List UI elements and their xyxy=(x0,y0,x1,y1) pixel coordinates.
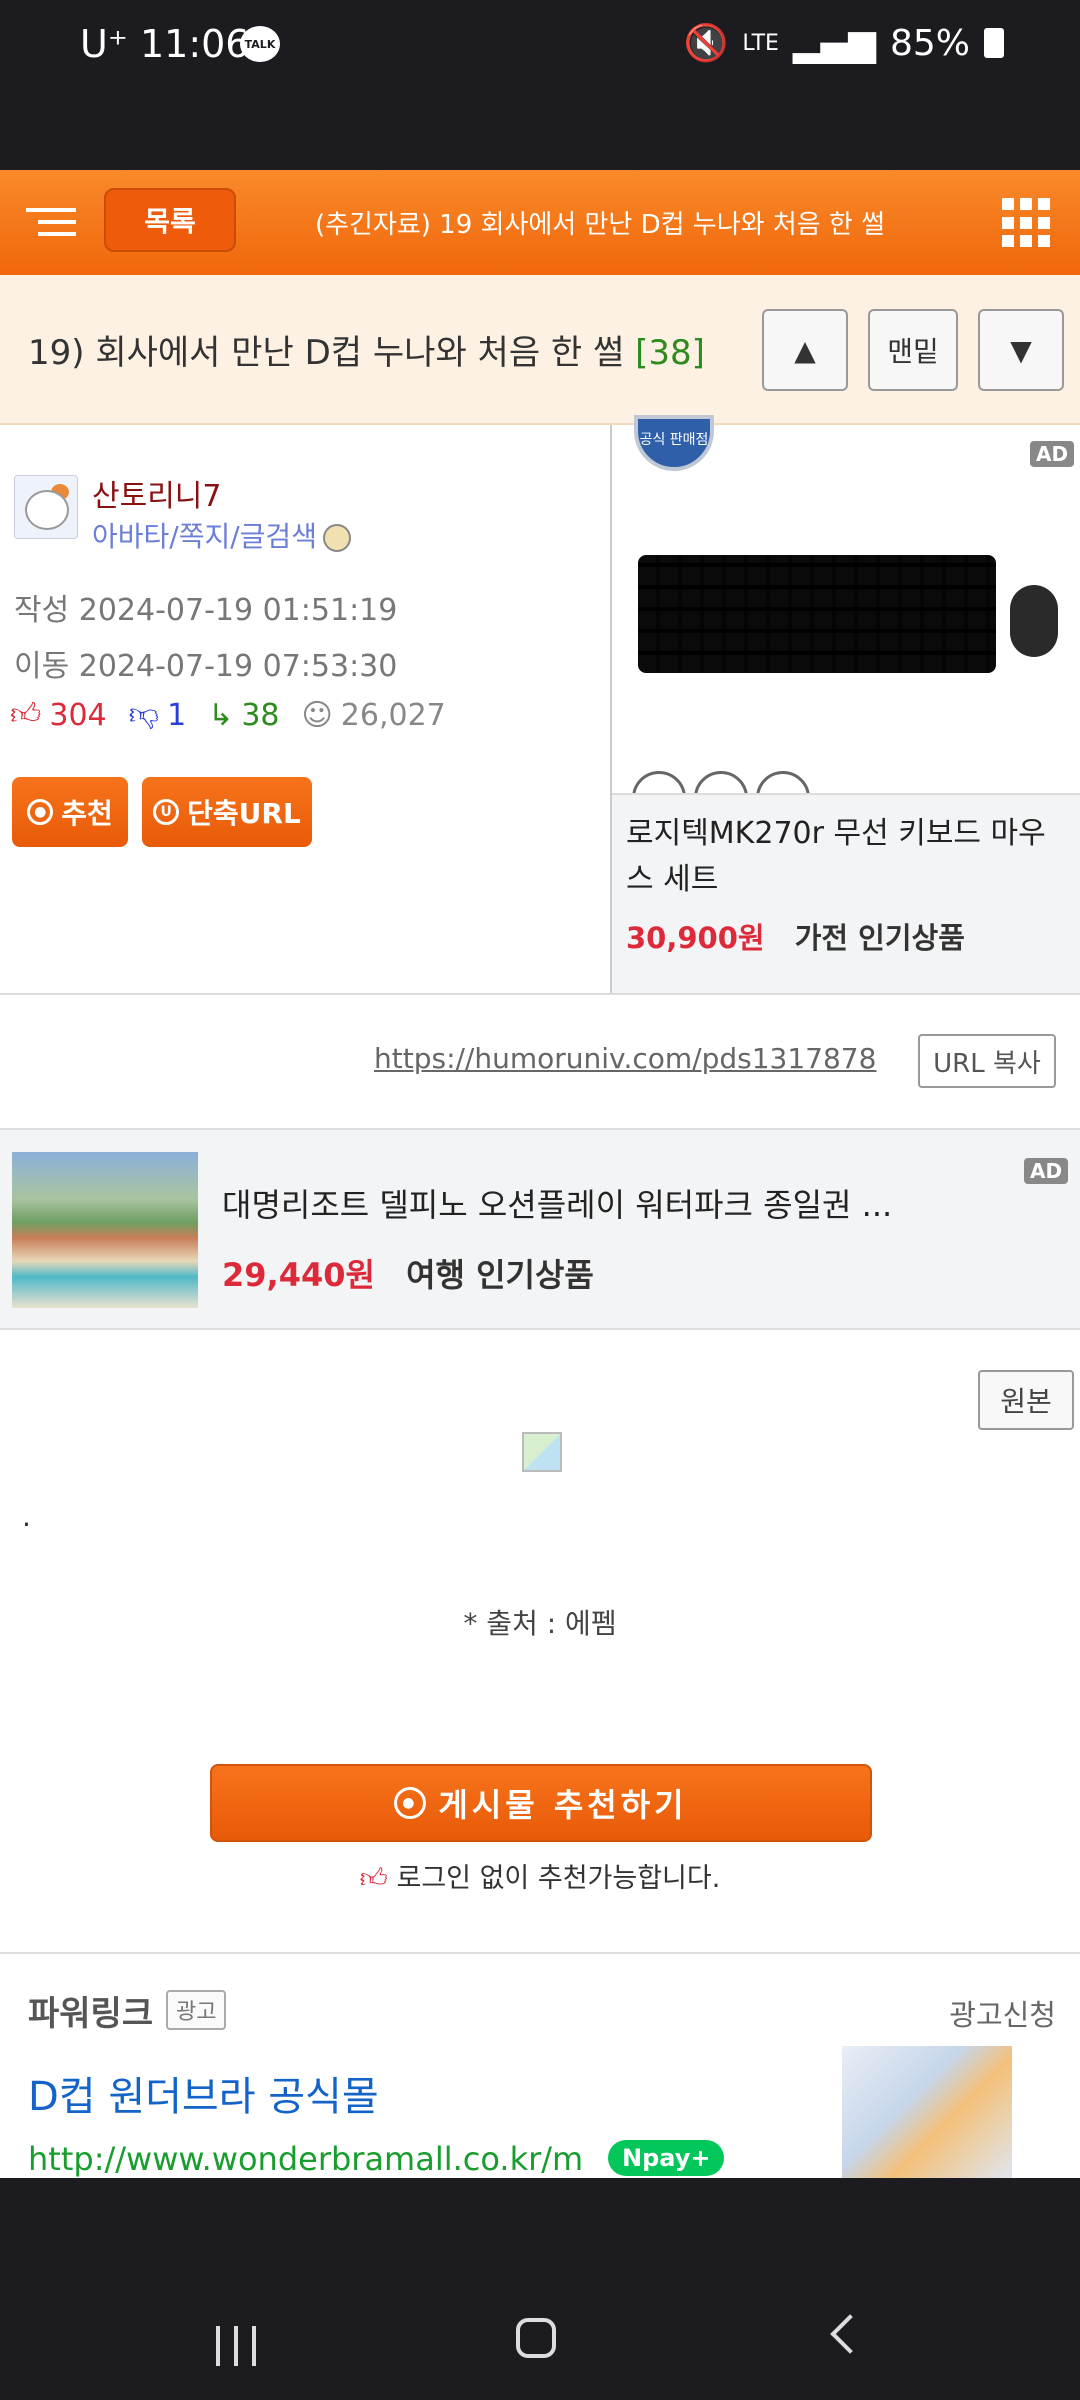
ad-label: AD xyxy=(1024,1158,1069,1184)
short-url-button[interactable]: U 단축URL xyxy=(142,777,312,847)
product-info[interactable]: 로지텍MK270r 무선 키보드 마우스 세트 30,900원 가전 인기상품 xyxy=(612,793,1080,993)
source-text: * 출처 : 에펨 xyxy=(463,1607,617,1640)
product-category: 가전 인기상품 xyxy=(794,921,965,955)
recommend-button[interactable]: ● 추천 xyxy=(12,777,128,847)
url-circle-icon: U xyxy=(153,799,180,825)
status-icons: 🔇 LTE ▂▄▆ 85% xyxy=(684,22,1004,64)
recommend-circle-icon: ● xyxy=(27,799,54,825)
powerlink-headline[interactable]: D컵 원더브라 공식몰 xyxy=(28,2064,379,2122)
list-button[interactable]: 목록 xyxy=(104,188,236,252)
ad-label: AD xyxy=(1030,441,1075,467)
recommend-label: 추천 xyxy=(61,797,113,830)
recent-apps-icon[interactable] xyxy=(216,2326,256,2366)
recommend-post-button[interactable]: ● 게시물 추천하기 xyxy=(210,1764,872,1842)
next-post-button[interactable]: ▼ xyxy=(978,309,1064,391)
scroll-bottom-button[interactable]: 맨밑 xyxy=(868,309,958,391)
short-url-label: 단축URL xyxy=(187,797,301,830)
travel-product-name[interactable]: 대명리조트 델피노 오션플레이 워터파크 종일권 ... xyxy=(222,1180,892,1226)
product-name[interactable]: 로지텍MK270r 무선 키보드 마우스 세트 xyxy=(626,811,1068,903)
status-bar: U⁺ 11:06 TALK 🔇 LTE ▂▄▆ 85% xyxy=(0,0,1080,170)
reply-arrow-icon: ↳ xyxy=(208,697,234,733)
author-links[interactable]: 아바타/쪽지/글검색 xyxy=(92,515,351,555)
divider xyxy=(0,993,1080,995)
product-price-row: 30,900원 가전 인기상품 xyxy=(626,915,1068,957)
like-count: 304 xyxy=(49,697,107,733)
home-icon[interactable] xyxy=(516,2318,556,2358)
npay-badge: Npay+ xyxy=(608,2140,725,2176)
carrier-label: U⁺ xyxy=(80,22,128,66)
moved-date: 이동 2024-07-19 07:53:30 xyxy=(14,649,398,684)
divider xyxy=(0,1952,1080,1954)
comment-count[interactable]: [38] xyxy=(635,333,705,373)
no-login-note: 👍︎ 로그인 없이 추천가능합니다. xyxy=(0,1856,1080,1895)
post-title-bar: 19) 회사에서 만난 D컵 누나와 처음 한 썰 [38] ▲ 맨밑 ▼ xyxy=(0,275,1080,425)
menu-icon[interactable] xyxy=(26,208,76,238)
url-copy-button[interactable]: URL 복사 xyxy=(918,1034,1056,1088)
recommend-circle-icon: ● xyxy=(394,1787,427,1819)
thumbs-up-icon: 👍︎ xyxy=(10,697,42,732)
thumbs-up-icon: 👍︎ xyxy=(359,1863,388,1894)
resort-image xyxy=(12,1152,198,1308)
content-text: . xyxy=(22,1500,31,1533)
no-login-text: 로그인 없이 추천가능합니다. xyxy=(396,1863,721,1894)
post-url-link[interactable]: https://humoruniv.com/pds1317878 xyxy=(374,1042,876,1075)
dislike-count: 1 xyxy=(167,697,187,733)
official-seller-seal: 공식 판매점 xyxy=(634,415,714,471)
ad-badge: 광고 xyxy=(166,1990,227,2030)
mouse-image xyxy=(1010,585,1058,657)
author-block: 산토리니7 아바타/쪽지/글검색 작성 2024-07-19 01:51:19 … xyxy=(0,425,610,993)
status-carrier-time: U⁺ 11:06 xyxy=(80,22,249,66)
powerlink-url[interactable]: http://www.wonderbramall.co.kr/m xyxy=(28,2140,583,2178)
powerlink-title: 파워링크 xyxy=(28,1994,154,2034)
keyboard-image xyxy=(638,555,996,673)
view-count: 26,027 xyxy=(340,697,446,733)
apps-grid-icon[interactable] xyxy=(1002,198,1052,248)
signal-icon: ▂▄▆ xyxy=(792,22,876,64)
travel-price: 29,440원 xyxy=(222,1256,375,1294)
broken-image-icon[interactable] xyxy=(522,1432,562,1472)
post-stats: 👍︎ 304 👎︎ 1 ↳ 38 ☺ 26,027 xyxy=(10,697,446,733)
ad-apply-link[interactable]: 광고신청 xyxy=(949,1992,1056,2034)
thumbs-down-icon: 👎︎ xyxy=(128,697,160,732)
mute-icon: 🔇 xyxy=(683,23,729,64)
powerlink-image[interactable] xyxy=(842,2046,1012,2178)
clock: 11:06 xyxy=(139,22,250,66)
author-name[interactable]: 산토리니7 xyxy=(92,471,222,515)
recommend-post-label: 게시물 추천하기 xyxy=(438,1786,688,1824)
battery-level: 85% xyxy=(889,22,970,64)
travel-price-row: 29,440원 여행 인기상품 xyxy=(222,1250,594,1296)
author-links-text[interactable]: 아바타/쪽지/글검색 xyxy=(92,520,317,553)
written-date: 작성 2024-07-19 01:51:19 xyxy=(14,593,398,628)
network-label: LTE xyxy=(742,30,779,56)
kakaotalk-icon: TALK xyxy=(240,26,280,62)
post-title: 19) 회사에서 만난 D컵 누나와 처음 한 썰 [38] xyxy=(28,325,705,374)
level-badge-icon xyxy=(322,524,351,552)
top-bar: 목록 (추긴자료) 19 회사에서 만난 D컵 누나와 처음 한 썰 xyxy=(0,170,1080,275)
reply-count: 38 xyxy=(241,697,280,733)
travel-category: 여행 인기상품 xyxy=(406,1256,594,1294)
topbar-title: (추긴자료) 19 회사에서 만난 D컵 누나와 처음 한 썰 xyxy=(314,210,886,240)
product-price: 30,900원 xyxy=(626,921,765,955)
scroll-top-button[interactable]: ▲ xyxy=(762,309,848,391)
battery-icon xyxy=(984,28,1004,58)
travel-ad[interactable]: 대명리조트 델피노 오션플레이 워터파크 종일권 ... 29,440원 여행 … xyxy=(0,1128,1080,1330)
avatar[interactable] xyxy=(14,475,78,539)
views-icon: ☺ xyxy=(301,697,333,733)
post-title-text: 19) 회사에서 만난 D컵 누나와 처음 한 썰 xyxy=(28,333,625,373)
product-ad[interactable]: 공식 판매점 AD 로지텍MK270r 무선 키보드 마우스 세트 30,900… xyxy=(610,415,1080,993)
original-image-button[interactable]: 원본 xyxy=(978,1370,1074,1430)
system-nav-bar xyxy=(0,2178,1080,2400)
